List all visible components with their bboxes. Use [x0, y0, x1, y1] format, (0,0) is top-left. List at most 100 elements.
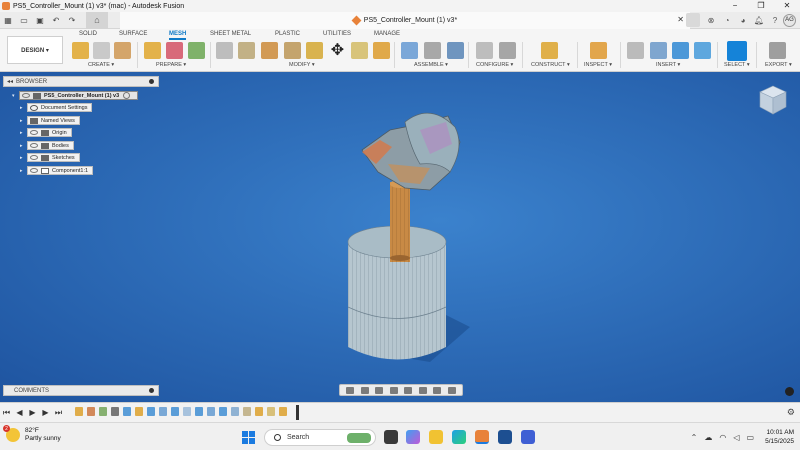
group-prepare[interactable]: PREPARE ▾ [156, 62, 186, 68]
taskbar-search[interactable]: Search [264, 429, 376, 446]
tessellate-icon[interactable] [114, 42, 131, 59]
timeline-feature[interactable] [195, 407, 203, 416]
weather-widget[interactable]: 2 82°F Partly sunny [3, 425, 61, 443]
timeline-prev-button[interactable]: ◀ [13, 408, 26, 417]
move-icon[interactable]: ✥ [329, 42, 346, 59]
zoom-window-icon[interactable] [404, 386, 413, 394]
windows-start-icon[interactable] [242, 431, 255, 444]
group-modify[interactable]: MODIFY ▾ [289, 62, 315, 68]
export-icon[interactable] [769, 42, 786, 59]
tab-manage[interactable]: MANAGE [374, 31, 400, 37]
timeline-feature[interactable] [219, 407, 227, 416]
3d-viewport[interactable] [0, 72, 800, 402]
group-assemble[interactable]: ASSEMBLE ▾ [414, 62, 448, 68]
browser-root-node[interactable]: PS5_Controller_Mount (1) v3 [19, 91, 139, 100]
browser-item-sketches[interactable]: ▸ Sketches [20, 153, 80, 162]
fusion-taskbar-icon[interactable] [475, 430, 489, 444]
browser-collapse-icon[interactable]: ◂◂ [7, 78, 13, 85]
tab-plastic[interactable]: PLASTIC [275, 31, 300, 37]
repair-icon[interactable] [144, 42, 161, 59]
maximize-button[interactable]: ❐ [748, 0, 774, 12]
mount-stem[interactable] [390, 182, 410, 262]
vscode-icon[interactable] [498, 430, 512, 444]
close-button[interactable]: ✕ [774, 0, 800, 12]
new-component-icon[interactable] [401, 42, 418, 59]
group-construct[interactable]: CONSTRUCT ▾ [531, 62, 570, 68]
comments-panel-header[interactable]: COMMENTS [3, 385, 159, 396]
new-tab-icon[interactable] [686, 13, 700, 27]
combine-icon[interactable] [306, 42, 323, 59]
edge-icon[interactable] [452, 430, 466, 444]
redo-icon[interactable]: ↷ [64, 13, 80, 27]
timeline-feature[interactable] [255, 407, 263, 416]
group-insert[interactable]: INSERT ▾ [656, 62, 680, 68]
timeline-feature[interactable] [111, 407, 119, 416]
create-form-icon[interactable] [93, 42, 110, 59]
timeline-feature[interactable] [207, 407, 215, 416]
as-built-joint-icon[interactable] [447, 42, 464, 59]
browser-item-component1[interactable]: ▸ Component1:1 [20, 166, 94, 175]
group-configure[interactable]: CONFIGURE ▾ [476, 62, 513, 68]
configure-icon[interactable] [476, 42, 493, 59]
tab-mesh[interactable]: MESH [169, 31, 187, 40]
extensions-icon[interactable]: ⊗ [703, 13, 719, 27]
browser-item-named-views[interactable]: ▸ Named Views [20, 116, 80, 125]
file-explorer-icon[interactable] [429, 430, 443, 444]
expand-arrow-icon[interactable]: ▸ [20, 155, 25, 161]
visibility-eye-icon[interactable] [30, 130, 38, 135]
tab-sheet-metal[interactable]: SHEET METAL [210, 31, 251, 37]
expand-arrow-icon[interactable]: ▸ [20, 168, 25, 174]
expand-arrow-icon[interactable]: ▸ [20, 118, 25, 124]
timeline-next-button[interactable]: ▶ [39, 408, 52, 417]
chevron-up-icon[interactable]: ⌃ [691, 433, 698, 442]
visibility-eye-icon[interactable] [30, 143, 38, 148]
visibility-eye-icon[interactable] [22, 93, 30, 98]
timeline-feature[interactable] [243, 407, 251, 416]
copilot-icon[interactable] [406, 430, 420, 444]
save-icon[interactable]: ▣ [32, 13, 48, 27]
volume-icon[interactable]: ◁ [733, 433, 739, 442]
display-settings-icon[interactable] [418, 386, 427, 394]
browser-item-document-settings[interactable]: ▸ Document Settings [20, 103, 93, 112]
browser-node[interactable]: Bodies [27, 141, 74, 150]
group-inspect[interactable]: INSPECT ▾ [584, 62, 612, 68]
viewports-icon[interactable] [447, 386, 456, 394]
notifications-icon[interactable]: 🔔︎ [751, 13, 767, 27]
file-menu-icon[interactable]: ▭ [16, 13, 32, 27]
browser-root-row[interactable]: ▾ PS5_Controller_Mount (1) v3 [12, 91, 139, 100]
task-view-icon[interactable] [384, 430, 398, 444]
group-export[interactable]: EXPORT ▾ [765, 62, 792, 68]
online-status-icon[interactable]: ◔ [719, 13, 735, 27]
expand-arrow-icon[interactable]: ▸ [20, 105, 25, 111]
timeline-track[interactable] [75, 407, 300, 418]
timeline-settings-icon[interactable]: ⚙ [787, 407, 795, 418]
zoom-icon[interactable] [389, 386, 398, 394]
undo-icon[interactable]: ↶ [48, 13, 64, 27]
assistant-icon[interactable] [785, 387, 794, 396]
timeline-feature[interactable] [99, 407, 107, 416]
pan-icon[interactable] [375, 386, 384, 394]
browser-node[interactable]: Origin [27, 128, 72, 137]
job-status-icon[interactable]: ◕ [735, 13, 751, 27]
shell-icon[interactable] [284, 42, 301, 59]
timeline-feature[interactable] [267, 407, 275, 416]
group-select[interactable]: SELECT ▾ [724, 62, 750, 68]
align-icon[interactable] [351, 42, 368, 59]
tab-utilities[interactable]: UTILITIES [323, 31, 351, 37]
taskbar-clock[interactable]: 10:01 AM 5/15/2025 [765, 428, 794, 446]
offset-plane-icon[interactable] [541, 42, 558, 59]
browser-node[interactable]: Document Settings [27, 103, 93, 112]
tab-surface[interactable]: SURFACE [119, 31, 147, 37]
timeline-last-button[interactable]: ⏭ [52, 408, 65, 418]
timeline-feature[interactable] [183, 407, 191, 416]
document-tab-close-icon[interactable]: ✕ [677, 15, 684, 24]
apps-grid-icon[interactable]: ▦ [0, 13, 16, 27]
timeline-first-button[interactable]: ⏮ [0, 408, 13, 418]
browser-node[interactable]: Named Views [27, 116, 80, 125]
comments-add-icon[interactable] [149, 388, 154, 393]
timeline-feature[interactable] [75, 407, 83, 416]
look-at-icon[interactable] [360, 386, 369, 394]
timeline-feature[interactable] [147, 407, 155, 416]
generate-face-groups-icon[interactable] [188, 42, 205, 59]
activate-radio-icon[interactable] [123, 92, 131, 99]
